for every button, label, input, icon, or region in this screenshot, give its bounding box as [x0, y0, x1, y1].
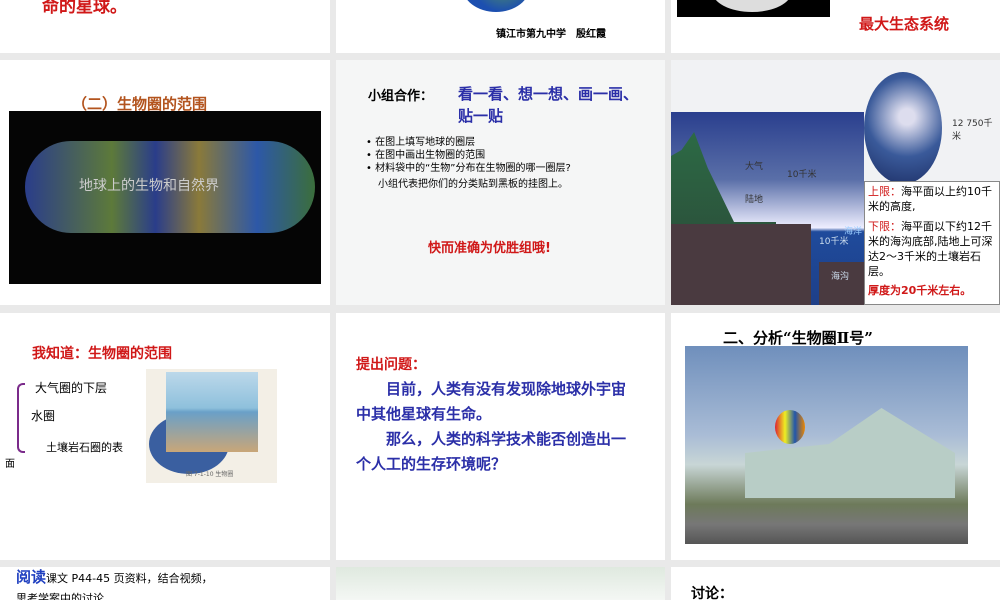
upper-label: 上限：	[868, 185, 901, 198]
brace	[17, 383, 25, 453]
lower-label: 下限：	[868, 220, 901, 233]
slide-thumbnail[interactable]: 最大生态系统	[671, 0, 1000, 53]
slide-text: 命的星球。	[42, 0, 127, 17]
thickness-text: 厚度为20千米左右。	[868, 284, 972, 297]
bullet-list: • 在图上填写地球的圈层 • 在图中画出生物圈的范围 • 材料袋中的“生物”分布…	[366, 136, 646, 191]
slide-caption: 最大生态系统	[859, 15, 950, 33]
slide-text: 讨论：	[691, 586, 733, 600]
bullet-item: • 在图上填写地球的圈层	[366, 137, 476, 148]
biosphere-diagram: 大气 陆地 10千米 海洋 10千米 海沟	[671, 112, 864, 305]
biosphere-figure: 图 7-1-10 生物圈	[146, 369, 277, 483]
earth-image	[864, 72, 942, 184]
label-trench: 海沟	[831, 272, 850, 282]
read-text: 课文 P44-45 页资料，结合视频，	[46, 572, 213, 585]
slide-thumbnail[interactable]: 镇江市第九中学 殷红霞	[336, 0, 665, 53]
label-up-10km: 10千米	[787, 170, 817, 180]
label-diameter: 12 750千米	[952, 119, 993, 142]
slide-title: 二、分析“生物圈Ⅱ号”	[723, 329, 873, 347]
bullet-item: • 在图中画出生物圈的范围	[366, 150, 486, 161]
heading-label: 小组合作：	[368, 89, 434, 104]
moon-image	[677, 0, 830, 17]
figure-caption: 图 7-1-10 生物圈	[186, 471, 234, 478]
range-textbox: 上限：海平面以上约10千米的高度, 下限：海平面以下约12千米的海沟底部,陆地上…	[864, 181, 1000, 305]
list-item: 大气圈的下层	[35, 381, 108, 395]
earth-image	[462, 0, 530, 12]
slide-thumbnail[interactable]: 讨论：	[671, 567, 1000, 600]
bullet-item: • 材料袋中的“生物”分布在生物圈的哪一圈层?	[366, 163, 571, 174]
label-down-10km: 10千米	[819, 237, 849, 247]
video-frame[interactable]: 地球上的生物和自然界	[9, 111, 321, 284]
slide-thumbnail[interactable]	[336, 567, 665, 600]
biosphere2-photo	[685, 346, 968, 544]
note-text: 小组代表把你们的分类贴到黑板的挂图上。	[378, 179, 568, 190]
question-label: 提出问题：	[356, 357, 426, 373]
slide-thumbnail[interactable]: 大气 陆地 10千米 海洋 10千米 海沟 12 750千米 上限：海平面以上约…	[671, 60, 1000, 305]
list-item: 水圈	[31, 409, 56, 423]
author-text: 镇江市第九中学 殷红霞	[496, 29, 606, 40]
read-text-2: 思考学案中的讨论	[16, 592, 104, 600]
heading-blue: 看一看、想一想、画一画、贴一贴	[458, 85, 639, 125]
list-item-overflow: 面	[5, 459, 15, 470]
list-item: 土壤岩石圈的表	[46, 441, 123, 454]
slide-title: 我知道：生物圈的范围	[32, 346, 172, 362]
slide-thumbnail[interactable]: 我知道：生物圈的范围 大气圈的下层 水圈 土壤岩石圈的表 面 图 7-1-10 …	[0, 313, 330, 560]
slide-thumbnail[interactable]: 二、分析“生物圈Ⅱ号”	[671, 313, 1000, 560]
read-label: 阅读	[16, 568, 47, 586]
slide-thumbnail[interactable]: （二）生物圈的范围 地球上的生物和自然界	[0, 60, 330, 305]
slide-thumbnail[interactable]: 阅读课文 P44-45 页资料，结合视频， 思考学案中的讨论	[0, 567, 330, 600]
slogan-text: 快而准确为优胜组哦!	[428, 241, 551, 256]
video-caption: 地球上的生物和自然界	[79, 178, 219, 194]
paragraph: 那么，人类的科学技术能否创造出一个人工的生存环境呢？	[356, 430, 627, 473]
label-atmosphere: 大气	[745, 162, 764, 172]
question-text: 目前，人类有没有发现除地球外宇宙中其他星球有生命。 那么，人类的科学技术能否创造…	[356, 377, 640, 477]
slide-thumbnail[interactable]: 提出问题： 目前，人类有没有发现除地球外宇宙中其他星球有生命。 那么，人类的科学…	[336, 313, 665, 560]
slide-thumbnail[interactable]: 命的星球。	[0, 0, 330, 53]
label-land: 陆地	[745, 195, 764, 205]
slide-text: 阅读课文 P44-45 页资料，结合视频， 思考学案中的讨论	[16, 567, 316, 600]
slide-thumbnail[interactable]: 小组合作： 看一看、想一想、画一画、贴一贴 • 在图上填写地球的圈层 • 在图中…	[336, 60, 665, 305]
paragraph: 目前，人类有没有发现除地球外宇宙中其他星球有生命。	[356, 380, 627, 423]
